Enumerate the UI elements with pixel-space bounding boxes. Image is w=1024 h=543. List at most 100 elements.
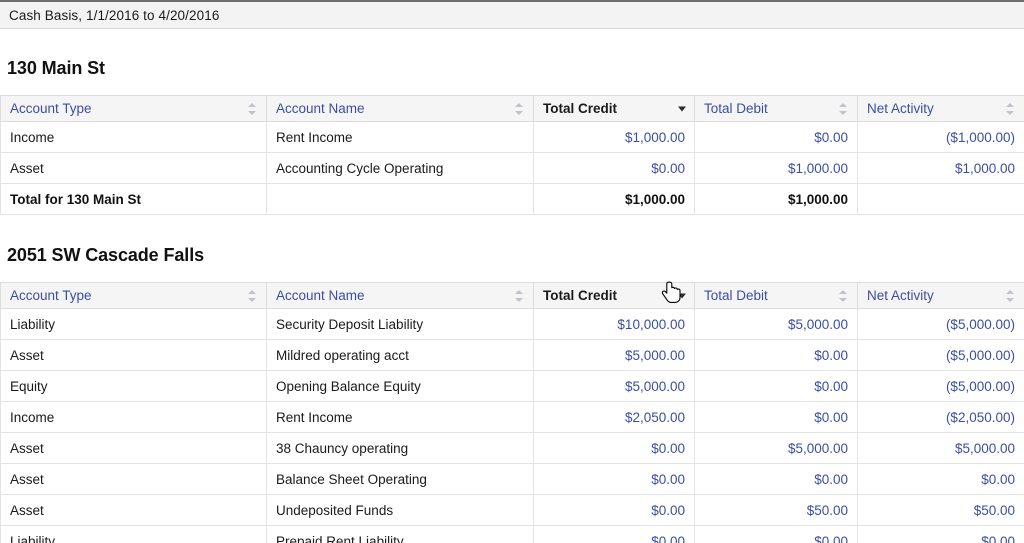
cell-account-name: Accounting Cycle Operating [267,153,534,184]
column-header-total-debit[interactable]: Total Debit [695,283,858,309]
table-row[interactable]: AssetMildred operating acct$5,000.00$0.0… [1,340,1024,371]
section-title-2051-sw-cascade-falls: 2051 SW Cascade Falls [0,245,1024,266]
report-basis-bar: Cash Basis, 1/1/2016 to 4/20/2016 [0,0,1024,29]
caret-down-icon[interactable] [678,106,686,111]
column-header-total-credit[interactable]: Total Credit [534,283,695,309]
column-header-label: Account Type [10,288,92,303]
cell-net-activity: $1,000.00 [858,153,1024,184]
cell-net-activity: ($1,000.00) [858,122,1024,153]
report-page: Cash Basis, 1/1/2016 to 4/20/2016 130 Ma… [0,0,1024,543]
cell-net-activity: $0.00 [858,526,1024,543]
column-header-label: Account Name [276,288,365,303]
cell-net-activity: $50.00 [858,495,1024,526]
cell-account-type: Asset [1,340,267,371]
section-title-130-main-st: 130 Main St [0,58,1024,79]
sort-updown-icon[interactable] [515,103,524,115]
cell-net-activity: $5,000.00 [858,433,1024,464]
column-header-account-name[interactable]: Account Name [267,96,534,122]
cell-total-debit: $0.00 [695,526,858,543]
column-header-label: Account Type [10,101,92,116]
cell-net-activity: ($5,000.00) [858,371,1024,402]
cell-total-debit: $0.00 [695,371,858,402]
cell-total-credit: $0.00 [534,153,695,184]
table-header-row: Account Type Account Name Total Credit T… [1,96,1024,122]
cell-account-name: Security Deposit Liability [267,309,534,340]
cell-total-debit: $1,000.00 [695,184,858,215]
cell-total-credit: $0.00 [534,495,695,526]
table-row[interactable]: LiabilityPrepaid Rent Liability$0.00$0.0… [1,526,1024,543]
cell-account-name: Opening Balance Equity [267,371,534,402]
cell-account-type: Liability [1,526,267,543]
cell-account-type: Asset [1,495,267,526]
cell-total-credit: $0.00 [534,433,695,464]
cell-account-type: Equity [1,371,267,402]
cell-total-credit: $10,000.00 [534,309,695,340]
column-header-account-name[interactable]: Account Name [267,283,534,309]
column-header-label: Total Credit [543,101,617,116]
cell-net-activity: ($5,000.00) [858,340,1024,371]
table-row[interactable]: AssetUndeposited Funds$0.00$50.00$50.00 [1,495,1024,526]
cell-total-credit: $5,000.00 [534,340,695,371]
sort-updown-icon[interactable] [1006,290,1015,302]
cell-total-debit: $0.00 [695,464,858,495]
sort-updown-icon[interactable] [1006,103,1015,115]
cell-account-type: Asset [1,153,267,184]
cell-account-name: 38 Chauncy operating [267,433,534,464]
column-header-net-activity[interactable]: Net Activity [858,96,1024,122]
cell-total-debit: $5,000.00 [695,433,858,464]
cell-total-credit: $2,050.00 [534,402,695,433]
cell-total-credit: $1,000.00 [534,184,695,215]
column-header-label: Total Debit [704,101,768,116]
table-row[interactable]: EquityOpening Balance Equity$5,000.00$0.… [1,371,1024,402]
cell-account-name: Mildred operating acct [267,340,534,371]
cell-account-name: Rent Income [267,122,534,153]
cell-total-credit: $1,000.00 [534,122,695,153]
cell-total-net-activity [858,184,1024,215]
cell-account-name: Undeposited Funds [267,495,534,526]
table-row[interactable]: Asset38 Chauncy operating$0.00$5,000.00$… [1,433,1024,464]
column-header-account-type[interactable]: Account Type [1,283,267,309]
cell-account-type: Asset [1,464,267,495]
cell-total-debit: $5,000.00 [695,309,858,340]
cell-account-name: Prepaid Rent Liability [267,526,534,543]
cell-net-activity: ($2,050.00) [858,402,1024,433]
sort-updown-icon[interactable] [839,290,848,302]
table-row[interactable]: LiabilitySecurity Deposit Liability$10,0… [1,309,1024,340]
column-header-label: Total Credit [543,288,617,303]
column-header-label: Total Debit [704,288,768,303]
sort-updown-icon[interactable] [248,103,257,115]
cell-total-debit: $1,000.00 [695,153,858,184]
column-header-total-debit[interactable]: Total Debit [695,96,858,122]
cell-total-label: Total for 130 Main St [1,184,267,215]
table-row[interactable]: AssetBalance Sheet Operating$0.00$0.00$0… [1,464,1024,495]
sort-updown-icon[interactable] [248,290,257,302]
cell-total-debit: $0.00 [695,122,858,153]
report-table-2051-sw-cascade-falls: Account Type Account Name Total Credit T… [0,282,1024,543]
report-table-130-main-st: Account Type Account Name Total Credit T… [0,95,1024,215]
column-header-label: Account Name [276,101,365,116]
cell-total-credit: $0.00 [534,464,695,495]
column-header-label: Net Activity [867,288,934,303]
cell-account-type: Asset [1,433,267,464]
table-body-2051: LiabilitySecurity Deposit Liability$10,0… [1,309,1024,543]
caret-down-icon[interactable] [678,293,686,298]
table-total-row: Total for 130 Main St $1,000.00 $1,000.0… [1,184,1024,215]
table-row[interactable]: IncomeRent Income$2,050.00$0.00($2,050.0… [1,402,1024,433]
table-row[interactable]: Asset Accounting Cycle Operating $0.00 $… [1,153,1024,184]
cell-net-activity: ($5,000.00) [858,309,1024,340]
cell-account-type: Liability [1,309,267,340]
cell-account-name: Balance Sheet Operating [267,464,534,495]
cell-account-name: Rent Income [267,402,534,433]
cell-total-credit: $0.00 [534,526,695,543]
report-basis-text: Cash Basis, 1/1/2016 to 4/20/2016 [9,8,219,23]
sort-updown-icon[interactable] [839,103,848,115]
column-header-net-activity[interactable]: Net Activity [858,283,1024,309]
column-header-total-credit[interactable]: Total Credit [534,96,695,122]
column-header-account-type[interactable]: Account Type [1,96,267,122]
table-row[interactable]: Income Rent Income $1,000.00 $0.00 ($1,0… [1,122,1024,153]
table-header-row: Account Type Account Name Total Credit T… [1,283,1024,309]
cell-total-debit: $50.00 [695,495,858,526]
cell-total-debit: $0.00 [695,402,858,433]
sort-updown-icon[interactable] [515,290,524,302]
cell-total-credit: $5,000.00 [534,371,695,402]
